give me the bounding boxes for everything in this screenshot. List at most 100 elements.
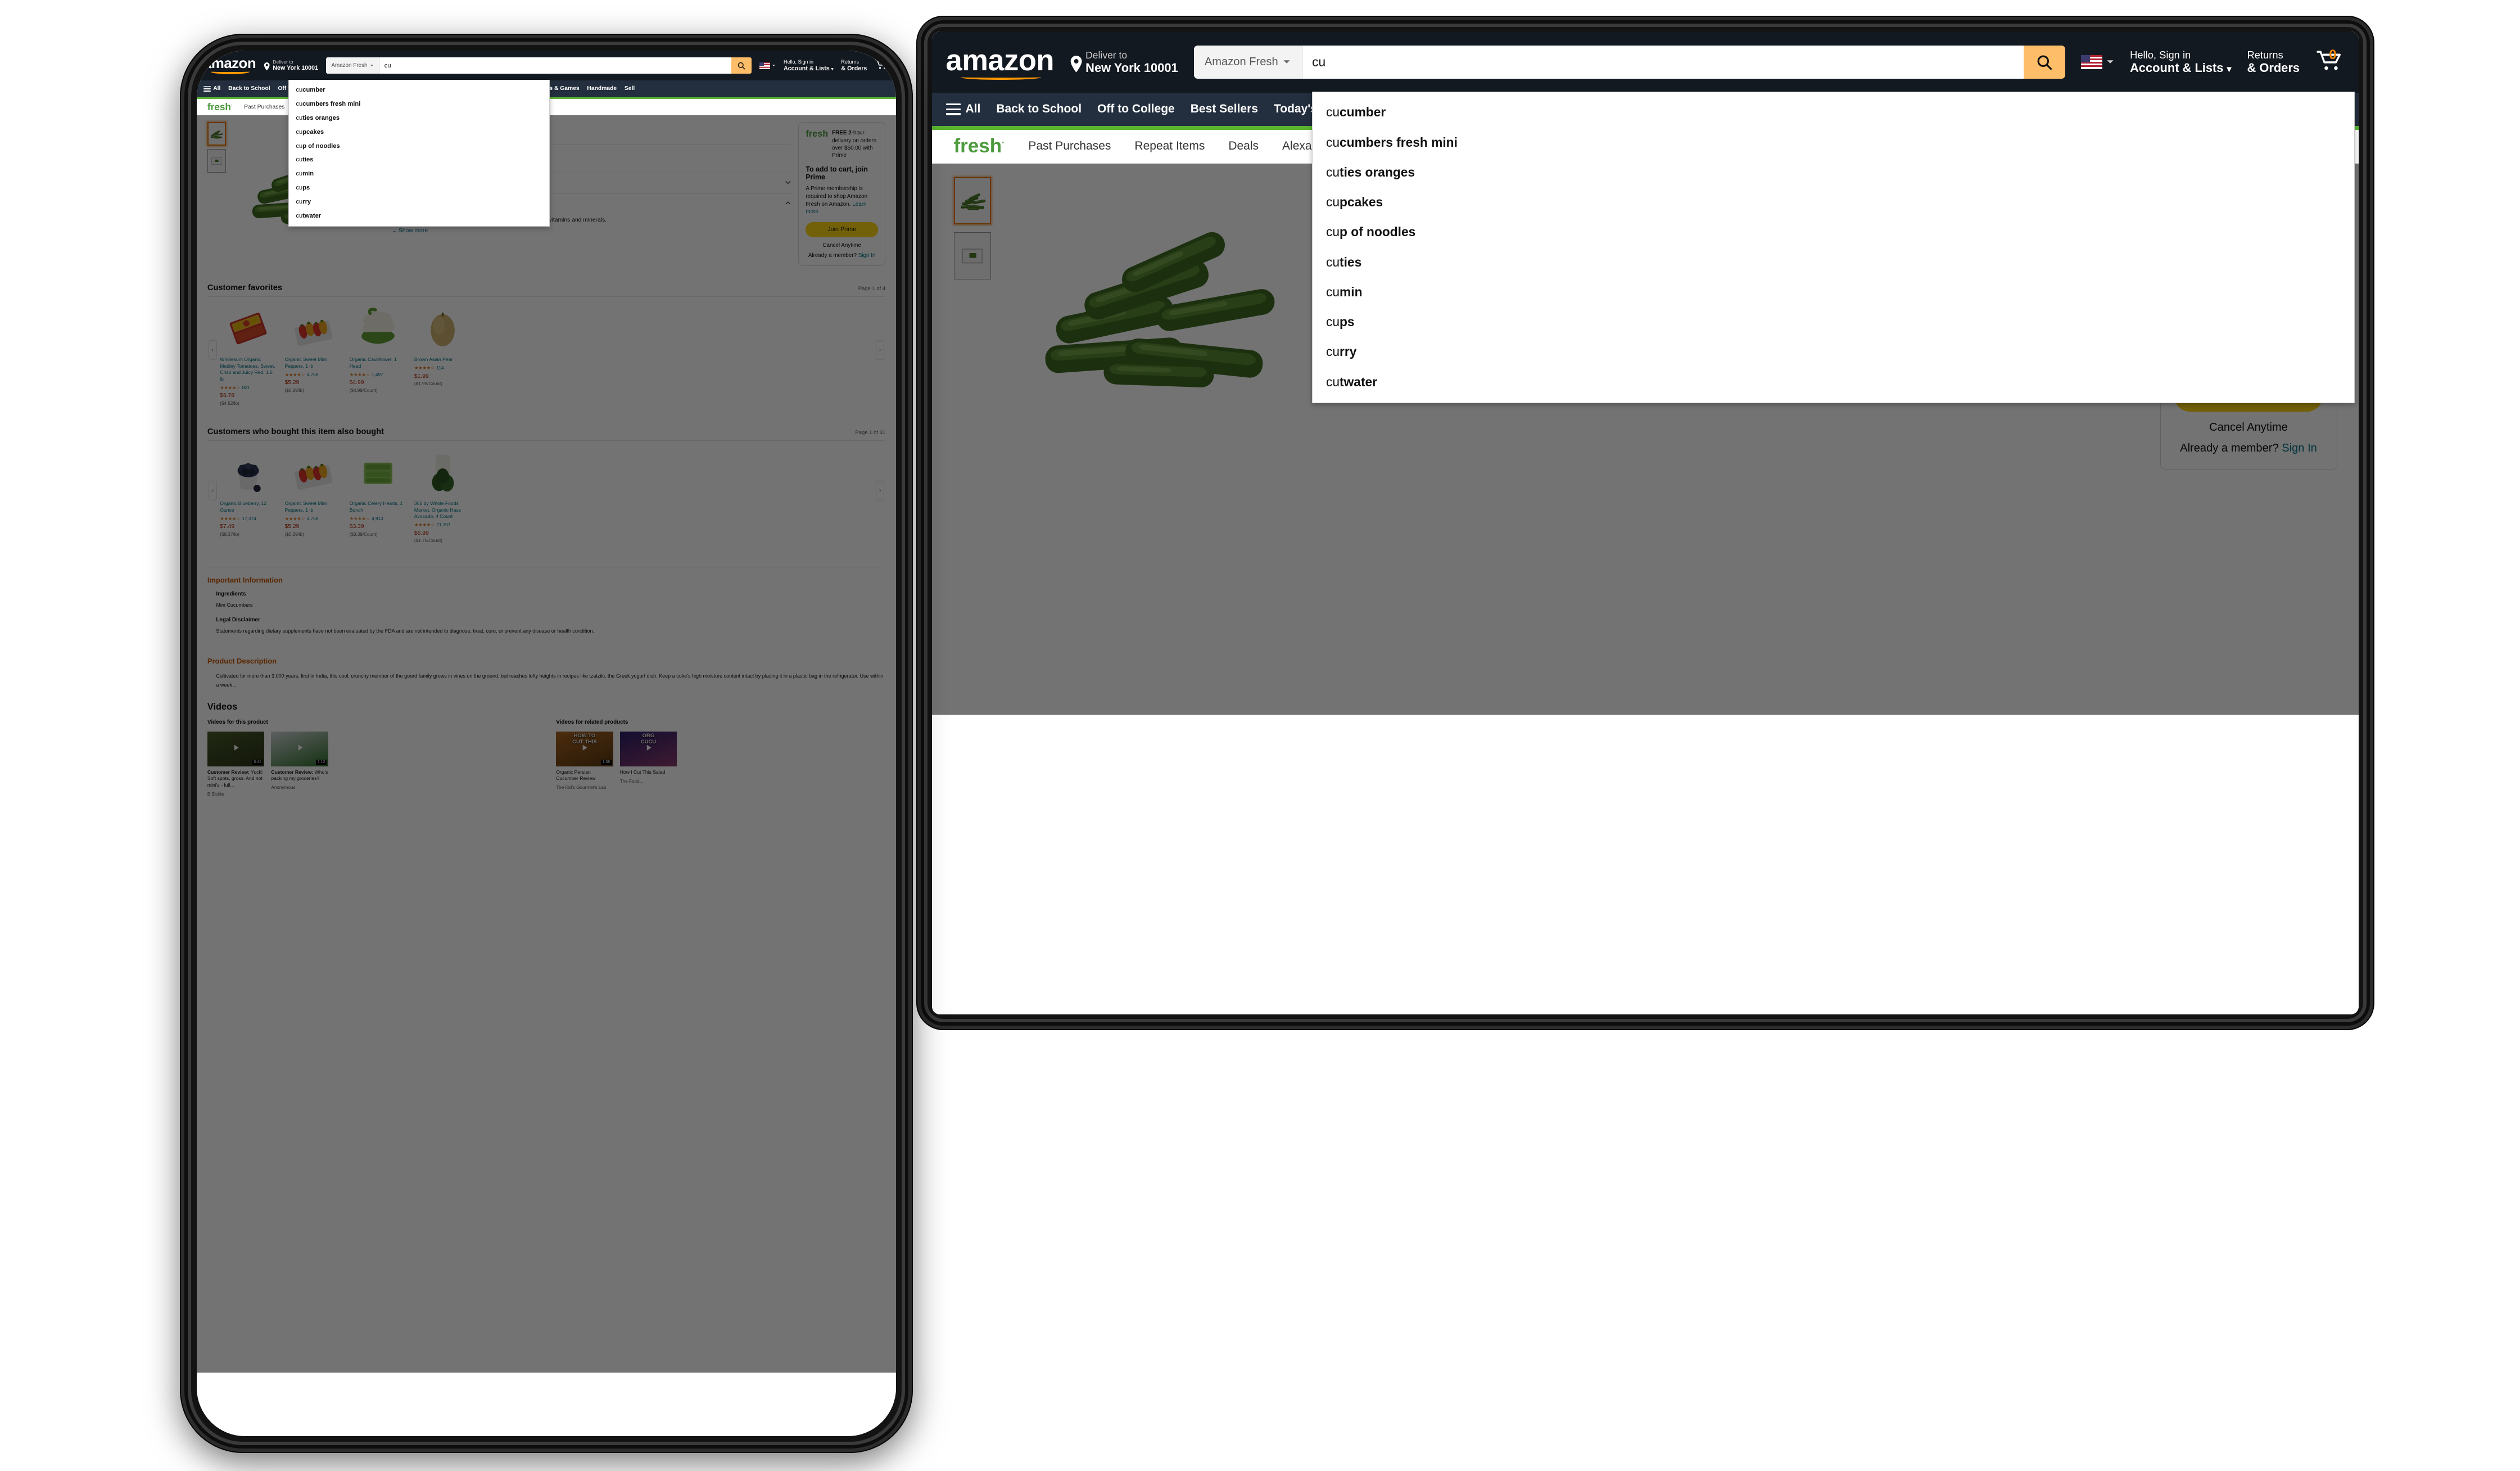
chevron-left-icon[interactable]: ‹ — [208, 481, 218, 500]
search-submit-button[interactable] — [2024, 45, 2065, 79]
product-card-name[interactable]: Organic Celery Hearts, 1 Bunch — [350, 500, 406, 513]
video-thumbnail[interactable]: ORG CUCU — [619, 731, 677, 766]
cart-button[interactable]: 0 — [875, 57, 889, 73]
video-thumbnail[interactable]: 0:41 — [207, 731, 265, 766]
chevron-right-icon[interactable]: › — [875, 481, 885, 500]
suggestion-item-0[interactable]: cucumber — [289, 83, 549, 97]
product-card-name[interactable]: Organic Sweet Mini Peppers, 1 lb — [284, 500, 341, 513]
thumbnail-1[interactable] — [207, 122, 226, 146]
product-card[interactable]: Organic Sweet Mini Peppers, 1 lb ★★★★☆ 4,7… — [284, 303, 341, 406]
product-card-review-count[interactable]: 21,707 — [436, 522, 450, 527]
product-card-name[interactable]: Organic Blueberry, 12 Ounce — [220, 500, 277, 513]
suggestion-item-3[interactable]: cupcakes — [289, 125, 549, 139]
deliver-to-button[interactable]: Deliver to New York 10001 — [264, 59, 318, 72]
returns-and-orders-button[interactable]: Returns & Orders — [2247, 49, 2300, 75]
search-suggestions-dropdown[interactable]: cucumber cucumbers fresh mini cuties orang… — [288, 80, 550, 227]
product-card-review-count[interactable]: 1,497 — [372, 372, 383, 377]
product-card-name[interactable]: Wholesum Organic Medley Tomatoes, Sweet,… — [220, 357, 277, 382]
product-card-name[interactable]: Organic Sweet Mini Peppers, 1 lb — [284, 357, 341, 369]
product-card-review-count[interactable]: 4,758 — [307, 516, 318, 521]
product-card[interactable]: Organic Blueberry, 12 Ounce ★★★★☆ 17,374 $7… — [220, 446, 277, 543]
search-suggestions-dropdown[interactable]: cucumber cucumbers fresh mini cuties orang… — [1311, 91, 2355, 404]
fresh-link-2[interactable]: Deals — [1228, 139, 1259, 153]
amazon-fresh-logo[interactable]: fresh· — [954, 135, 1005, 157]
suggestion-item-4[interactable]: cup of noodles — [289, 139, 549, 153]
fresh-link-0[interactable]: Past Purchases — [1028, 139, 1111, 153]
suggestion-item-8[interactable]: curry — [1313, 337, 2354, 367]
thumbnail-1[interactable] — [953, 177, 991, 224]
deliver-to-button[interactable]: Deliver to New York 10001 — [1070, 49, 1178, 75]
amazon-logo[interactable]: amazon — [203, 56, 256, 75]
search-bar[interactable]: Amazon Fresh cu — [325, 57, 752, 74]
product-card[interactable]: Organic Celery Hearts, 1 Bunch ★★★★☆ 4,913… — [350, 446, 406, 543]
account-and-lists-button[interactable]: Hello, Sign in Account & Lists ▾ — [784, 59, 834, 72]
suggestion-item-1[interactable]: cucumbers fresh mini — [289, 97, 549, 111]
suggestion-item-1[interactable]: cucumbers fresh mini — [1313, 128, 2354, 157]
video-card[interactable]: ORG CUCU How I Cut This Salad The Food... — [619, 731, 677, 790]
suggestion-item-5[interactable]: cuties — [1313, 247, 2354, 277]
search-category-dropdown[interactable]: Amazon Fresh — [325, 57, 380, 74]
product-card-review-count[interactable]: 4,758 — [307, 372, 318, 377]
product-card[interactable]: Wholesum Organic Medley Tomatoes, Sweet,… — [220, 303, 277, 406]
video-thumbnail[interactable]: HOW TO CUT THIS 1:38 — [556, 731, 613, 766]
search-bar[interactable]: Amazon Fresh cu — [1193, 45, 2065, 79]
cart-button[interactable]: 0 — [2315, 47, 2345, 75]
join-prime-button[interactable]: Join Prime — [806, 222, 879, 238]
subnav-item-8[interactable]: Handmade — [587, 85, 617, 92]
show-more-link[interactable]: ⌄ Show more — [392, 227, 791, 234]
video-title[interactable]: Customer Review: Yuck! Soft spots, gross… — [207, 769, 264, 789]
thumbnail-2[interactable] — [207, 149, 226, 173]
chevron-right-icon[interactable]: › — [875, 340, 885, 360]
subnav-item-9[interactable]: Sell — [625, 85, 635, 92]
product-card[interactable]: Organic Cauliflower, 1 Head ★★★★☆ 1,497 $4.… — [350, 303, 406, 406]
search-input[interactable]: cu — [379, 57, 732, 74]
product-card-name[interactable]: Brown Asian Pear — [414, 357, 471, 363]
suggestion-item-5[interactable]: cuties — [289, 153, 549, 167]
product-card[interactable]: Brown Asian Pear ★★★★☆ 114 $1.99 ($1.99/Coun… — [414, 303, 471, 406]
product-card[interactable]: 365 by Whole Foods Market, Organic Hass … — [414, 446, 471, 543]
video-card[interactable]: 0:41 Customer Review: Yuck! Soft spots, g… — [207, 731, 265, 797]
search-input[interactable]: cu — [1302, 45, 2024, 79]
product-card-review-count[interactable]: 4,913 — [372, 516, 383, 521]
search-category-dropdown[interactable]: Amazon Fresh — [1193, 45, 1302, 79]
video-title[interactable]: How I Cut This Salad — [620, 769, 677, 776]
country-flag-button[interactable] — [2080, 55, 2115, 69]
product-card-name[interactable]: 365 by Whole Foods Market, Organic Hass … — [414, 500, 471, 520]
suggestion-item-0[interactable]: cucumber — [1313, 97, 2354, 127]
amazon-logo[interactable]: amazon — [946, 43, 1054, 81]
country-flag-button[interactable] — [759, 62, 776, 69]
suggestion-item-6[interactable]: cumin — [289, 167, 549, 181]
product-hero-image[interactable] — [1007, 177, 1302, 423]
chevron-left-icon[interactable]: ‹ — [208, 340, 218, 360]
product-card-review-count[interactable]: 17,374 — [242, 516, 256, 521]
suggestion-item-7[interactable]: cups — [289, 181, 549, 195]
suggestion-item-8[interactable]: curry — [289, 195, 549, 209]
product-card[interactable]: Organic Sweet Mini Peppers, 1 lb ★★★★☆ 4,7… — [284, 446, 341, 543]
suggestion-item-2[interactable]: cuties oranges — [289, 111, 549, 125]
suggestion-item-2[interactable]: cuties oranges — [1313, 157, 2354, 187]
product-card-name[interactable]: Organic Cauliflower, 1 Head — [350, 357, 406, 369]
subnav-item-1[interactable]: Off to College — [1097, 102, 1175, 116]
account-and-lists-button[interactable]: Hello, Sign in Account & Lists ▾ — [2130, 49, 2231, 75]
video-thumbnail[interactable]: 1:12 — [271, 731, 328, 766]
subnav-item-0[interactable]: Back to School — [228, 85, 270, 92]
subnav-item-0[interactable]: Back to School — [996, 102, 1082, 116]
returns-and-orders-button[interactable]: Returns & Orders — [841, 59, 867, 72]
video-title[interactable]: Customer Review: Who's packing my grocer… — [271, 769, 328, 782]
all-menu-button[interactable]: All — [203, 85, 220, 92]
video-title[interactable]: Organic Persian Cucumber Review — [556, 769, 613, 782]
product-card-review-count[interactable]: 821 — [242, 385, 250, 390]
suggestion-item-9[interactable]: cutwater — [289, 209, 549, 223]
suggestion-item-3[interactable]: cupcakes — [1313, 187, 2354, 217]
fresh-link-1[interactable]: Repeat Items — [1134, 139, 1205, 153]
sign-in-link[interactable]: Sign In — [2282, 442, 2317, 454]
learn-more-link[interactable]: Learn more — [806, 201, 866, 215]
suggestion-item-4[interactable]: cup of noodles — [1313, 217, 2354, 247]
suggestion-item-6[interactable]: cumin — [1313, 277, 2354, 307]
thumbnail-2[interactable] — [953, 232, 991, 279]
search-submit-button[interactable] — [731, 57, 752, 74]
video-card[interactable]: HOW TO CUT THIS 1:38 Organic Persian Cucumb… — [556, 731, 613, 790]
all-menu-button[interactable]: All — [945, 102, 980, 116]
sign-in-link[interactable]: Sign In — [858, 252, 876, 259]
video-card[interactable]: 1:12 Customer Review: Who's packing my gr… — [271, 731, 328, 797]
